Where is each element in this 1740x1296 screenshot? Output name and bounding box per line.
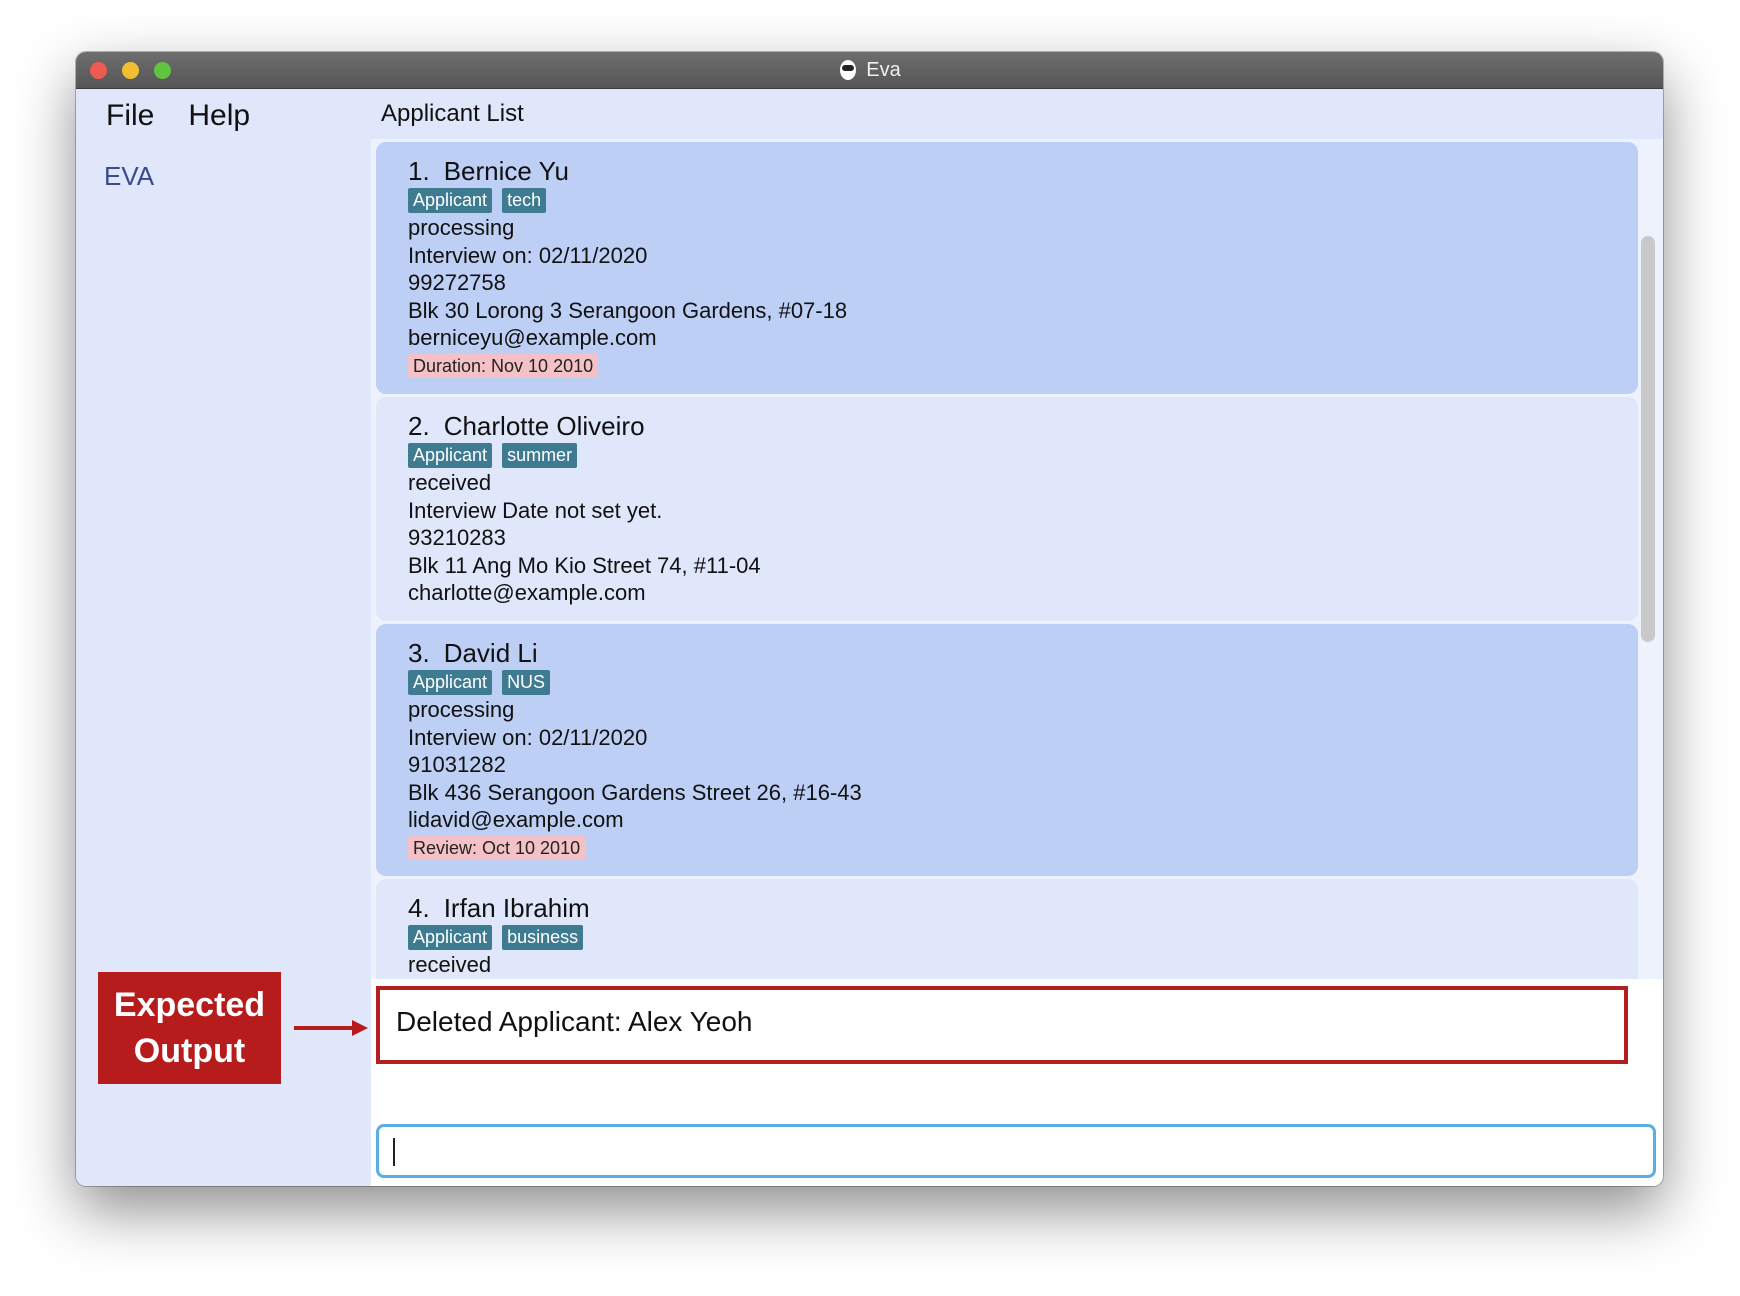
- phone-number: 99272758: [408, 270, 506, 295]
- applicant-index: 2.: [408, 411, 430, 441]
- remark-badge: Duration: Nov 10 2010: [408, 353, 599, 378]
- applicant-name-row: 3. David Li: [408, 638, 1638, 668]
- applicant-name: Bernice Yu: [443, 156, 569, 186]
- main-panel: Applicant List 1. Bernice Yu Applicant te…: [371, 89, 1663, 1186]
- address: Blk 436 Serangoon Gardens Street 26, #16…: [408, 779, 862, 805]
- address: Blk 30 Lorong 3 Serangoon Gardens, #07-1…: [408, 297, 848, 323]
- annotation-arrow-icon: [294, 1020, 368, 1036]
- tag-row: Applicant tech: [408, 188, 1638, 214]
- application-status: received: [408, 952, 492, 977]
- applicant-card[interactable]: 3. David Li Applicant NUS processing Inte…: [376, 624, 1638, 876]
- menu-file[interactable]: File: [106, 99, 154, 133]
- applicant-index: 1.: [408, 156, 430, 186]
- result-display: Deleted Applicant: Alex Yeoh: [376, 986, 1628, 1064]
- menu-help[interactable]: Help: [188, 99, 250, 133]
- interview-date: Interview Date not set yet.: [408, 497, 663, 523]
- tag-badge: NUS: [502, 670, 551, 695]
- application-status: processing: [408, 215, 515, 240]
- list-header: Applicant List: [371, 89, 1663, 139]
- applicant-index: 3.: [408, 638, 430, 668]
- applicant-card[interactable]: 4. Irfan Ibrahim Applicant business recei…: [376, 879, 1638, 979]
- text-caret: [393, 1138, 395, 1166]
- applicant-name-row: 1. Bernice Yu: [408, 156, 1638, 186]
- applicant-card[interactable]: 1. Bernice Yu Applicant tech processing I…: [376, 142, 1638, 394]
- annotation-line-2: Output: [133, 1032, 246, 1070]
- email: charlotte@example.com: [408, 580, 646, 605]
- tag-badge: business: [502, 925, 584, 950]
- tag-badge: Applicant: [408, 670, 493, 695]
- applicant-name: David Li: [443, 638, 538, 668]
- tag-row: Applicant business: [408, 925, 1638, 951]
- interview-date: Interview on: 02/11/2020: [408, 242, 648, 268]
- applicant-name: Irfan Ibrahim: [443, 893, 590, 923]
- application-status: received: [408, 470, 492, 495]
- applicant-name-row: 4. Irfan Ibrahim: [408, 893, 1638, 923]
- remark-badge: Review: Oct 10 2010: [408, 835, 586, 860]
- interview-date: Interview on: 02/11/2020: [408, 724, 648, 750]
- applicant-list[interactable]: 1. Bernice Yu Applicant tech processing I…: [371, 139, 1663, 979]
- menu-bar: File Help: [106, 99, 250, 133]
- tag-badge: Applicant: [408, 925, 493, 950]
- tag-badge: Applicant: [408, 443, 493, 468]
- title-bar: Eva: [76, 52, 1663, 89]
- window-title: Eva: [866, 58, 901, 81]
- applicant-name: Charlotte Oliveiro: [443, 411, 645, 441]
- expected-output-annotation: Expected Output: [98, 972, 281, 1084]
- email: lidavid@example.com: [408, 807, 624, 832]
- command-input[interactable]: [376, 1124, 1656, 1178]
- applicant-index: 4.: [408, 893, 430, 923]
- phone-number: 93210283: [408, 525, 506, 550]
- applicant-card[interactable]: 2. Charlotte Oliveiro Applicant summer re…: [376, 397, 1638, 621]
- result-text: Deleted Applicant: Alex Yeoh: [396, 1006, 753, 1037]
- annotation-line-1: Expected: [113, 986, 266, 1024]
- address: Blk 11 Ang Mo Kio Street 74, #11-04: [408, 552, 761, 578]
- tag-badge: summer: [502, 443, 578, 468]
- sidebar-brand[interactable]: EVA: [104, 161, 154, 192]
- tag-row: Applicant summer: [408, 443, 1638, 469]
- tag-badge: Applicant: [408, 188, 493, 213]
- phone-number: 91031282: [408, 752, 506, 777]
- eva-app-icon: [840, 60, 857, 80]
- list-scrollbar[interactable]: [1641, 236, 1655, 642]
- app-window: Eva File Help EVA Applicant List 1. Berni…: [76, 52, 1663, 1186]
- tag-badge: tech: [502, 188, 547, 213]
- applicant-name-row: 2. Charlotte Oliveiro: [408, 411, 1638, 441]
- window-title-group: Eva: [76, 52, 1663, 88]
- application-status: processing: [408, 697, 515, 722]
- email: berniceyu@example.com: [408, 325, 657, 350]
- tag-row: Applicant NUS: [408, 670, 1638, 696]
